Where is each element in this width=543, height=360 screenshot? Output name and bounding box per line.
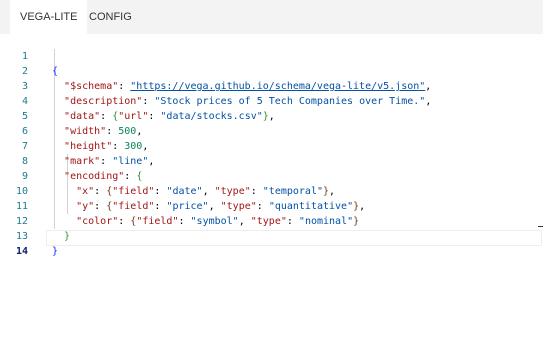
tab-bar: VEGA-LITE CONFIG (0, 0, 543, 35)
code-line: 7 "mark": "line", (0, 124, 543, 167)
code-line: 9 "x": {"field": "date", "type": "tempor… (0, 154, 543, 197)
code-editor[interactable]: 1 { 2 "$schema": "https://vega.github.io… (0, 34, 543, 360)
tab-config[interactable]: CONFIG (81, 0, 140, 34)
code-line: 4 "data": {"url": "data/stocks.csv"}, (0, 79, 543, 122)
code-line: 14 (0, 229, 543, 257)
code-line: 6 "height": 300, (0, 109, 543, 152)
code-line: 8 "encoding": { (0, 139, 543, 182)
code-line: 2 "$schema": "https://vega.github.io/sch… (0, 49, 543, 92)
line-number: 14 (15, 246, 28, 257)
code-line: 3 "description": "Stock prices of 5 Tech… (0, 64, 543, 107)
code-line: 5 "width": 500, (0, 94, 543, 137)
code-line: 1 { (0, 34, 543, 77)
tab-vega-lite[interactable]: VEGA-LITE (10, 0, 88, 35)
code-line: 11 "color": {"field": "symbol", "type": … (0, 184, 543, 227)
code-line: 12 } (0, 199, 543, 242)
code-line: 13 } (0, 214, 543, 257)
close-brace: } (52, 246, 59, 257)
code-line: 10 "y": {"field": "price", "type": "quan… (0, 169, 543, 212)
line-content: } (52, 244, 58, 259)
